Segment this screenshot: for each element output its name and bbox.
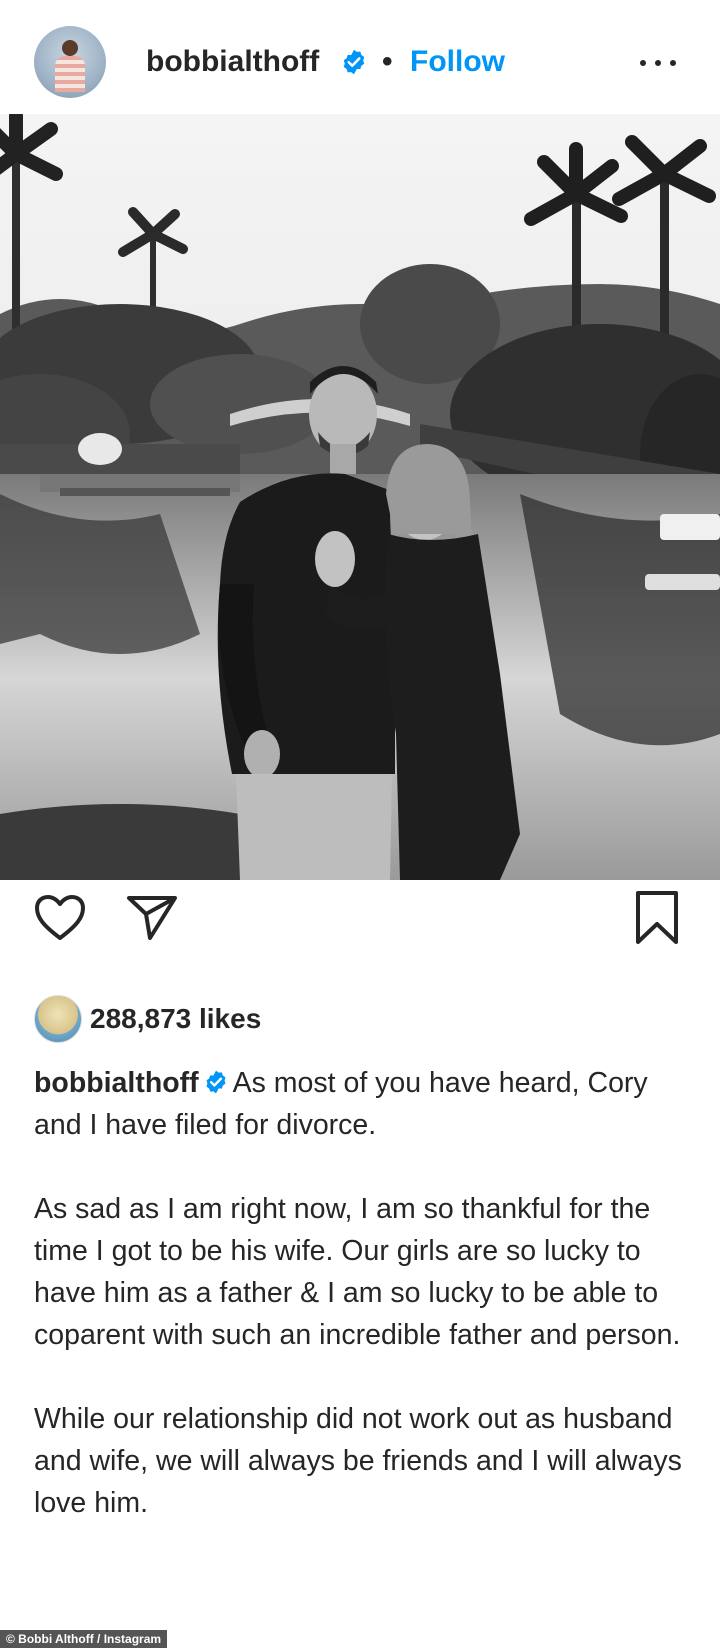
likes-count[interactable]: 288,873 likes (90, 1003, 261, 1035)
photo-credit: © Bobbi Althoff / Instagram (0, 1630, 168, 1648)
caption-paragraph-1: bobbialthoff As most of you have heard, … (34, 1062, 694, 1146)
caption-paragraph-3: While our relationship did not work out … (34, 1403, 682, 1519)
verified-badge-icon (343, 49, 365, 75)
header-separator: • (382, 45, 393, 78)
post-caption: bobbialthoff As most of you have heard, … (34, 1062, 694, 1566)
follow-button[interactable]: Follow (410, 45, 505, 79)
action-bar (0, 880, 720, 990)
post-header: bobbialthoff • Follow (0, 0, 720, 114)
paper-plane-icon[interactable] (126, 894, 178, 942)
avatar-head (62, 40, 78, 56)
profile-avatar[interactable] (34, 26, 106, 98)
more-options-icon[interactable] (636, 40, 680, 84)
post-photo-image (0, 114, 720, 880)
liker-avatar[interactable] (34, 995, 82, 1043)
caption-paragraph-2: As sad as I am right now, I am so thankf… (34, 1193, 681, 1351)
avatar-shirt (55, 56, 85, 92)
post-photo[interactable] (0, 114, 720, 880)
verified-badge-icon (206, 1070, 226, 1094)
header-username[interactable]: bobbialthoff (146, 45, 319, 79)
caption-username[interactable]: bobbialthoff (34, 1067, 199, 1099)
heart-icon[interactable] (34, 894, 86, 942)
bookmark-icon[interactable] (634, 890, 680, 946)
